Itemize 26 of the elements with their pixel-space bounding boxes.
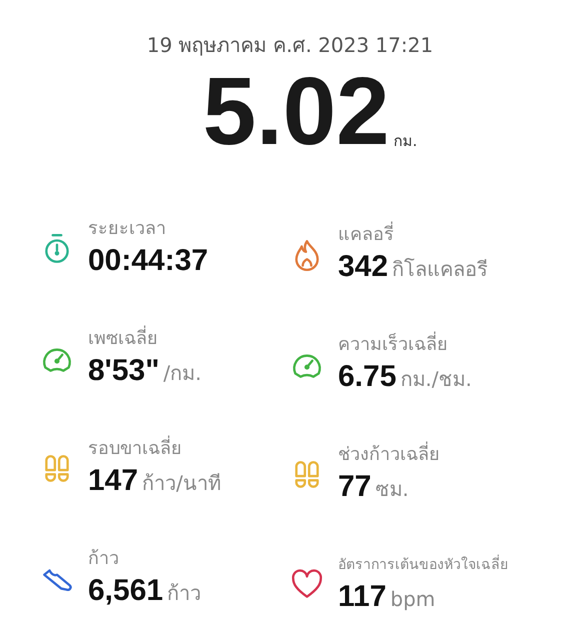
stat-unit: ก้าว	[167, 580, 202, 607]
stat-value: 00:44:37	[88, 243, 208, 279]
stat-label: รอบขาเฉลี่ย	[88, 436, 221, 462]
stat-value: 147	[88, 463, 138, 499]
stat-unit: /กม.	[163, 360, 202, 387]
stat-label: เพซเฉลี่ย	[88, 326, 202, 352]
stat-unit: กม./ชม.	[400, 366, 472, 393]
stat-value: 6,561	[88, 573, 164, 609]
stat-label: ระยะเวลา	[88, 217, 167, 241]
stat-label: ก้าว	[88, 547, 120, 571]
stat-value: 77	[338, 469, 372, 505]
workout-datetime: 19 พฤษภาคม ค.ศ. 2023 17:21	[146, 32, 434, 59]
stat-value: 6.75	[338, 359, 396, 395]
distance-value: 5.02	[202, 64, 390, 160]
stat-value: 8'53"	[88, 353, 160, 389]
stat-value: 342	[338, 249, 388, 285]
stat-unit: ซม.	[375, 476, 409, 503]
stat-label: ช่วงก้าวเฉลี่ย	[338, 442, 440, 468]
stat-unit: ก้าว/นาที	[142, 470, 221, 497]
stat-label: อัตราการเต้นของหัวใจเฉลี่ย	[338, 552, 508, 578]
stat-label: ความเร็วเฉลี่ย	[338, 332, 472, 358]
stat-label: แคลอรี่	[338, 222, 488, 248]
stat-unit: กิโลแคลอรี	[392, 256, 488, 283]
distance-unit: กม.	[394, 130, 418, 152]
stat-unit: bpm	[390, 586, 436, 613]
stat-value: 117	[338, 579, 386, 615]
